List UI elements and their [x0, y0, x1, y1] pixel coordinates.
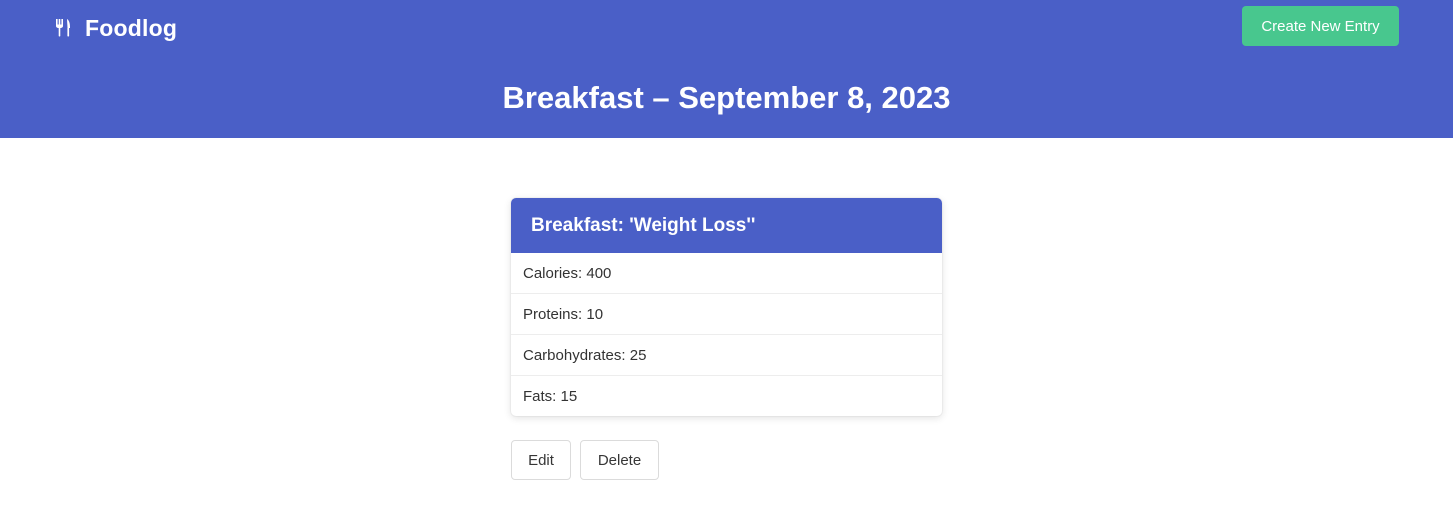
edit-button[interactable]: Edit: [511, 440, 571, 480]
calories-row: Calories: 400: [511, 253, 942, 294]
page-title: Breakfast – September 8, 2023: [502, 80, 951, 115]
fats-row: Fats: 15: [523, 388, 578, 405]
delete-button[interactable]: Delete: [580, 440, 659, 480]
brand-link[interactable]: Foodlog: [54, 14, 177, 42]
proteins-row: Proteins: 10: [511, 294, 942, 335]
carbohydrates-row: Carbohydrates: 25: [511, 335, 942, 376]
entry-card-title: Breakfast: 'Weight Loss'': [511, 198, 942, 253]
utensils-icon: [54, 19, 72, 37]
entry-card: Breakfast: 'Weight Loss'' Calories: 400 …: [511, 198, 942, 416]
top-header: Foodlog Create New Entry Breakfast – Sep…: [0, 0, 1453, 138]
brand-name: Foodlog: [85, 14, 178, 41]
create-new-entry-button[interactable]: Create New Entry: [1242, 6, 1399, 46]
